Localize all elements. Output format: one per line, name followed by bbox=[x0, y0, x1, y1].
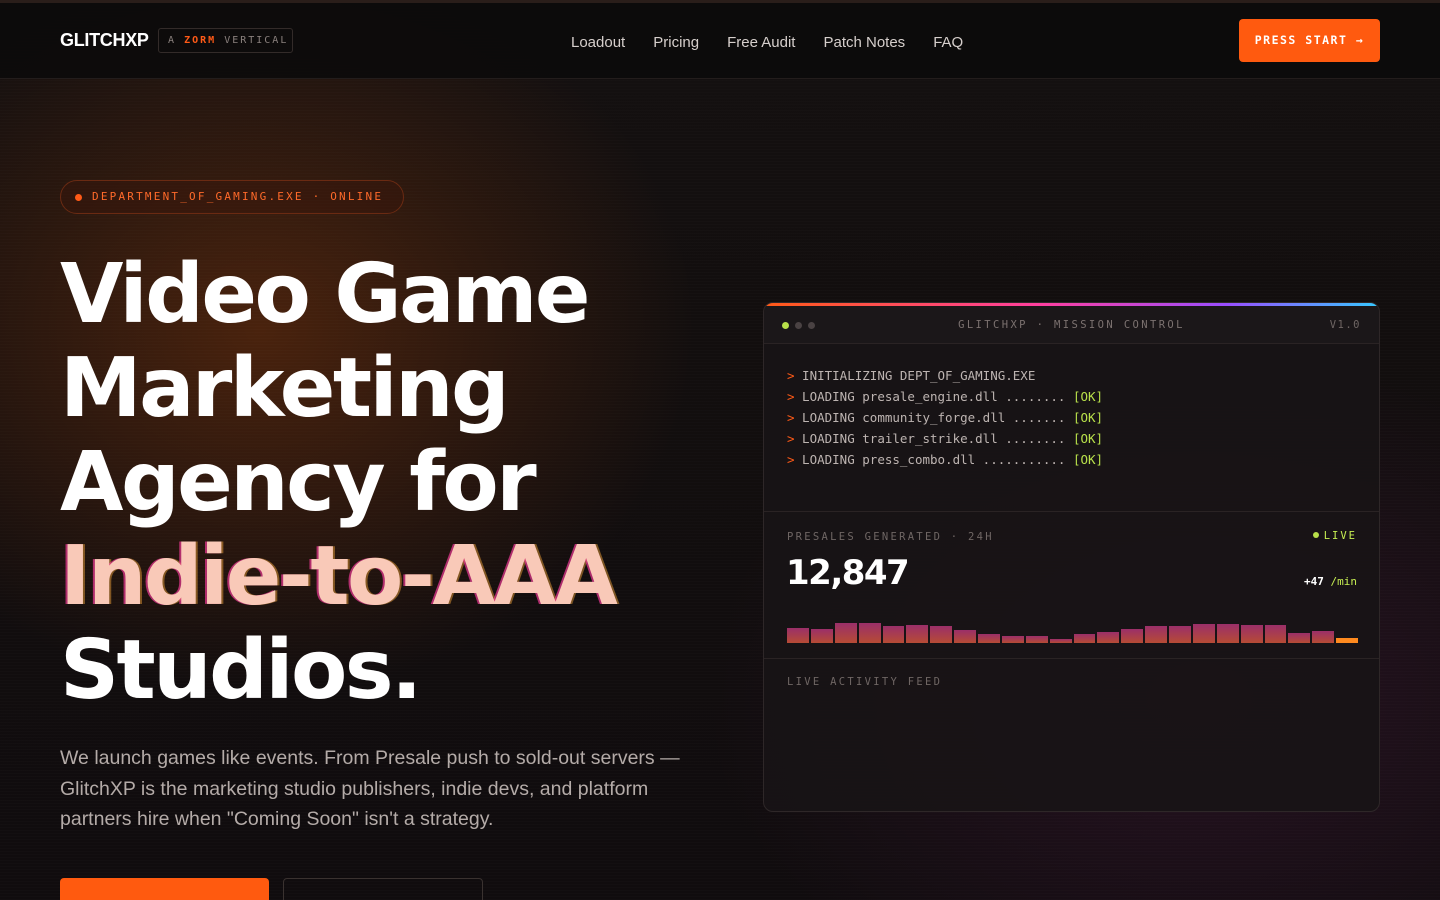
log-line: > LOADING trailer_strike.dll ........ [O… bbox=[787, 428, 1103, 449]
activity-bar-chart bbox=[787, 617, 1358, 643]
activity-bar bbox=[834, 623, 857, 643]
rate-value: +47 bbox=[1304, 575, 1324, 588]
activity-bar bbox=[1240, 625, 1263, 643]
status-text: DEPARTMENT_OF_GAMING.EXE · ONLINE bbox=[92, 190, 384, 203]
status-pill: DEPARTMENT_OF_GAMING.EXE · ONLINE bbox=[60, 180, 404, 214]
activity-bar bbox=[930, 626, 953, 643]
log-status: [OK] bbox=[1072, 410, 1104, 425]
badge-brand: ZORM bbox=[184, 35, 217, 46]
badge-suffix: VERTICAL bbox=[224, 35, 289, 46]
prompt-glyph: > bbox=[787, 368, 795, 383]
nav-link-free-audit[interactable]: Free Audit bbox=[727, 34, 795, 51]
activity-bar bbox=[1145, 626, 1167, 643]
console-header: GLITCHXP · MISSION CONTROL V1.0 bbox=[764, 306, 1379, 344]
log-line: > INITIALIZING DEPT_OF_GAMING.EXE bbox=[787, 365, 1103, 386]
activity-bar bbox=[1336, 638, 1358, 643]
activity-bar bbox=[1121, 629, 1144, 643]
hero-secondary-button[interactable] bbox=[283, 878, 483, 900]
activity-bar bbox=[1288, 633, 1311, 643]
log-status: [OK] bbox=[1072, 431, 1104, 446]
activity-bar bbox=[810, 629, 833, 643]
log-line: > LOADING community_forge.dll ....... [O… bbox=[787, 407, 1103, 428]
nav-link-patch-notes[interactable]: Patch Notes bbox=[823, 34, 905, 51]
activity-bar bbox=[787, 628, 809, 643]
log-text: LOADING trailer_strike.dll ........ bbox=[794, 431, 1073, 446]
activity-bar bbox=[1312, 631, 1335, 643]
log-status: [OK] bbox=[1072, 452, 1104, 467]
activity-bar bbox=[906, 625, 929, 643]
log-status: [OK] bbox=[1072, 389, 1104, 404]
nav-links: Loadout Pricing Free Audit Patch Notes F… bbox=[571, 34, 963, 51]
activity-bar bbox=[1192, 624, 1215, 643]
activity-bar bbox=[1025, 636, 1048, 643]
nav-link-pricing[interactable]: Pricing bbox=[653, 34, 699, 51]
console-divider bbox=[764, 658, 1379, 659]
activity-bar bbox=[1073, 634, 1096, 643]
log-line: > LOADING presale_engine.dll ........ [O… bbox=[787, 386, 1103, 407]
activity-bar bbox=[954, 630, 976, 643]
badge-prefix: A bbox=[168, 35, 177, 46]
console-version: V1.0 bbox=[1329, 319, 1361, 331]
headline-line-2: Marketing bbox=[60, 341, 510, 436]
log-text: INITIALIZING DEPT_OF_GAMING.EXE bbox=[794, 368, 1036, 383]
live-dot-icon bbox=[1312, 532, 1319, 538]
nav-link-loadout[interactable]: Loadout bbox=[571, 34, 625, 51]
nav-link-faq[interactable]: FAQ bbox=[933, 34, 963, 51]
hero-headline: Video Game Marketing Agency for Indie-to… bbox=[60, 247, 618, 718]
log-line: > LOADING press_combo.dll ........... [O… bbox=[787, 449, 1103, 470]
activity-bar bbox=[882, 626, 905, 643]
console-divider bbox=[764, 511, 1379, 512]
activity-bar bbox=[1049, 639, 1072, 643]
brand-logo[interactable]: GLITCHXP bbox=[60, 30, 149, 51]
rate-unit: /min bbox=[1330, 575, 1358, 588]
mission-control-panel: GLITCHXP · MISSION CONTROL V1.0 > INITIA… bbox=[763, 302, 1380, 812]
headline-line-5: Studios. bbox=[60, 623, 422, 718]
headline-line-3: Agency for bbox=[60, 435, 537, 530]
live-activity-feed-label: LIVE ACTIVITY FEED bbox=[787, 676, 943, 688]
activity-bar bbox=[858, 623, 881, 643]
prompt-glyph: > bbox=[787, 410, 795, 425]
console-title: GLITCHXP · MISSION CONTROL bbox=[958, 319, 1185, 331]
activity-bar bbox=[1169, 626, 1191, 643]
headline-accent: Indie-to-AAA bbox=[60, 529, 618, 624]
hero-primary-button[interactable] bbox=[60, 878, 269, 900]
prompt-glyph: > bbox=[787, 389, 795, 404]
activity-bar bbox=[1216, 624, 1239, 643]
press-start-button[interactable]: PRESS START → bbox=[1239, 19, 1380, 62]
activity-bar bbox=[1097, 632, 1120, 643]
log-text: LOADING presale_engine.dll ........ bbox=[794, 389, 1073, 404]
presales-rate: +47 /min bbox=[1304, 575, 1357, 588]
prompt-glyph: > bbox=[787, 431, 795, 446]
prompt-glyph: > bbox=[787, 452, 795, 467]
status-dot-icon bbox=[75, 194, 82, 201]
presales-label: PRESALES GENERATED · 24H bbox=[787, 531, 994, 543]
activity-bar bbox=[1264, 625, 1287, 643]
headline-line-1: Video Game bbox=[60, 247, 591, 342]
vertical-badge: A ZORM VERTICAL bbox=[158, 28, 293, 53]
log-text: LOADING press_combo.dll ........... bbox=[794, 452, 1073, 467]
activity-bar bbox=[978, 634, 1000, 643]
live-label: LIVE bbox=[1323, 530, 1357, 542]
live-indicator: LIVE bbox=[1312, 530, 1357, 542]
log-text: LOADING community_forge.dll ....... bbox=[794, 410, 1073, 425]
top-navbar: GLITCHXP A ZORM VERTICAL Loadout Pricing… bbox=[0, 3, 1440, 79]
presales-count: 12,847 bbox=[786, 553, 910, 593]
boot-log: > INITIALIZING DEPT_OF_GAMING.EXE > LOAD… bbox=[787, 365, 1103, 470]
hero-subheading: We launch games like events. From Presal… bbox=[60, 747, 680, 830]
activity-bar bbox=[1001, 636, 1024, 643]
